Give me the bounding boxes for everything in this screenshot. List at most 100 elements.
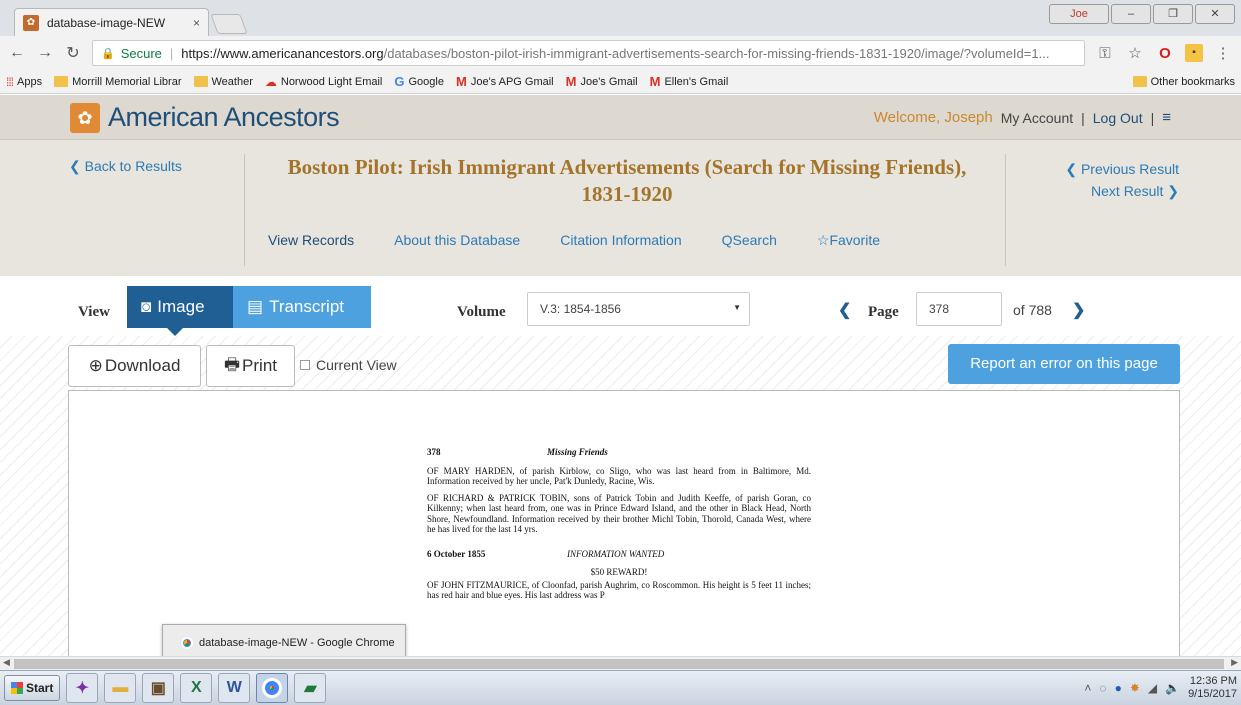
address-separator: |	[169, 45, 174, 61]
taskbar-app-photos[interactable]: ▣	[142, 673, 175, 703]
divider-line	[1005, 154, 1006, 266]
network-icon[interactable]: ◢	[1148, 681, 1157, 695]
favorite-label: Favorite	[829, 232, 881, 248]
word-icon: W	[226, 679, 242, 696]
taskbar-app-word[interactable]: W	[218, 673, 251, 703]
browser-toolbar: ← → ↻ 🔒 Secure | https://www.americananc…	[0, 36, 1241, 70]
apps-icon: ⁞⁞⁞	[6, 74, 14, 89]
bookmark-ellens-gmail[interactable]: M Ellen's Gmail	[650, 74, 729, 89]
section-title: INFORMATION WANTED	[567, 548, 665, 559]
tray-blue-icon[interactable]: ●	[1115, 681, 1122, 695]
image-view-button[interactable]: ◙ Image	[127, 286, 233, 336]
previous-page-icon[interactable]: ❮	[838, 300, 851, 320]
page-number-input[interactable]: 378	[916, 292, 1002, 326]
search-link[interactable]: QSearch	[722, 232, 777, 249]
bookmark-norwood-light-email[interactable]: ☁ Norwood Light Email	[265, 75, 383, 89]
scroll-right-icon[interactable]: ▶	[1231, 657, 1238, 668]
favorite-link[interactable]: ☆Favorite	[817, 232, 880, 249]
star-app-icon: ✦	[75, 680, 90, 697]
site-logo[interactable]: ✿ American Ancestors	[70, 102, 340, 133]
show-hidden-icons-icon[interactable]: ˄	[1084, 681, 1091, 695]
search-label: Search	[732, 232, 777, 248]
previous-result-link[interactable]: ❮ Previous Result	[1065, 158, 1179, 180]
welcome-text: Welcome, Joseph	[873, 109, 993, 126]
download-label: Download	[104, 356, 181, 375]
taskbar-app-explorer[interactable]: ▬	[104, 673, 137, 703]
close-window-button[interactable]: ✕	[1195, 4, 1235, 24]
database-header: ❮ Back to Results Boston Pilot: Irish Im…	[0, 140, 1241, 276]
bookmark-google[interactable]: G Google	[394, 74, 444, 89]
document-icon: ▤	[247, 297, 264, 316]
address-bar[interactable]: 🔒 Secure | https://www.americanancestors…	[92, 40, 1085, 66]
system-clock[interactable]: 12:36 PM 9/15/2017	[1188, 675, 1237, 701]
photo-icon: ▣	[150, 680, 166, 697]
gmail-icon: M	[649, 74, 661, 89]
bookmark-weather[interactable]: Weather	[193, 76, 253, 88]
view-records-link[interactable]: View Records	[268, 232, 354, 249]
divider-line	[244, 154, 245, 266]
taskbar-app-purple[interactable]: ✦	[66, 673, 99, 703]
window-controls: Joe – ❐ ✕	[1049, 4, 1235, 24]
maximize-button[interactable]: ❐	[1153, 4, 1193, 24]
result-navigation: ❮ Previous Result Next Result ❯	[1065, 158, 1179, 202]
chrome-menu-icon[interactable]: ⋮	[1213, 44, 1233, 62]
extension-icon[interactable]: ▪	[1185, 44, 1203, 62]
current-view-option[interactable]: Current View	[300, 357, 397, 373]
download-button[interactable]: ⊕ Download	[68, 345, 201, 387]
key-icon[interactable]: ⚿	[1095, 45, 1115, 62]
tray-orange-icon[interactable]: ✸	[1130, 681, 1140, 695]
new-tab-button[interactable]	[210, 14, 248, 34]
horizontal-scrollbar[interactable]: ◀ ▶	[0, 656, 1241, 670]
volume-select[interactable]: V.3: 1854-1856 ▼	[527, 292, 750, 326]
bookmark-joes-gmail[interactable]: M Joe's Gmail	[566, 74, 638, 89]
taskbar-app-terminal[interactable]: ▰	[294, 673, 327, 703]
bookmark-joes-apg-gmail[interactable]: M Joe's APG Gmail	[456, 74, 554, 89]
section-header: 6 October 1855 INFORMATION WANTED	[427, 549, 811, 560]
log-out-link[interactable]: Log Out	[1093, 110, 1143, 126]
next-page-icon[interactable]: ❯	[1072, 300, 1085, 320]
current-view-label: Current View	[316, 357, 397, 373]
scroll-left-icon[interactable]: ◀	[3, 657, 10, 668]
tray-app-icon[interactable]: ◌	[1099, 681, 1106, 695]
database-links: View Records About this Database Citatio…	[268, 232, 880, 249]
search-icon: Q	[721, 232, 733, 248]
document-image-viewer[interactable]: 378 Missing Friends OF MARY HARDEN, of p…	[68, 390, 1180, 656]
bookmark-star-icon[interactable]: ☆	[1125, 44, 1145, 62]
back-arrow-icon[interactable]: ←	[8, 44, 26, 62]
printer-icon: 🖶	[223, 354, 241, 374]
reload-icon[interactable]: ↻	[64, 43, 82, 63]
running-title: Missing Friends	[547, 447, 608, 457]
other-bookmarks[interactable]: Other bookmarks	[1132, 76, 1235, 88]
taskbar-app-chrome[interactable]	[256, 673, 289, 703]
citation-information-link[interactable]: Citation Information	[560, 232, 681, 249]
tab-close-icon[interactable]: ×	[193, 16, 200, 30]
scrollbar-thumb[interactable]	[14, 659, 1224, 669]
forward-arrow-icon[interactable]: →	[36, 44, 54, 62]
excel-icon: X	[191, 679, 202, 696]
my-account-link[interactable]: My Account	[1001, 110, 1073, 126]
current-view-checkbox[interactable]	[300, 360, 310, 370]
dropdown-caret-icon: ▼	[733, 303, 741, 312]
print-button[interactable]: 🖶 Print	[206, 345, 295, 387]
star-icon: ☆	[816, 232, 830, 248]
report-error-button[interactable]: Report an error on this page	[948, 344, 1180, 384]
minimize-button[interactable]: –	[1111, 4, 1151, 24]
browser-tab[interactable]: ✿ database-image-NEW ×	[14, 8, 209, 36]
hamburger-menu-icon[interactable]: ≡	[1162, 109, 1171, 126]
opera-extension-icon[interactable]: O	[1155, 45, 1175, 62]
bookmark-label: Joe's Gmail	[580, 75, 638, 88]
taskbar-app-excel[interactable]: X	[180, 673, 213, 703]
page-header: 378 Missing Friends	[427, 447, 811, 458]
transcript-view-button[interactable]: ▤ Transcript	[233, 286, 371, 328]
about-database-link[interactable]: About this Database	[394, 232, 520, 249]
folder-icon: ▬	[112, 679, 129, 696]
lock-icon: 🔒	[101, 47, 115, 60]
volume-icon[interactable]: 🔈	[1165, 681, 1180, 695]
bookmark-morrill-library[interactable]: Morrill Memorial Librar	[54, 76, 182, 88]
start-button[interactable]: Start	[4, 675, 61, 701]
profile-button[interactable]: Joe	[1049, 4, 1109, 24]
profile-label: Joe	[1070, 8, 1088, 20]
back-to-results-link[interactable]: ❮ Back to Results	[69, 158, 182, 175]
bookmark-apps[interactable]: ⁞⁞⁞ Apps	[6, 75, 42, 89]
next-result-link[interactable]: Next Result ❯	[1065, 180, 1179, 202]
